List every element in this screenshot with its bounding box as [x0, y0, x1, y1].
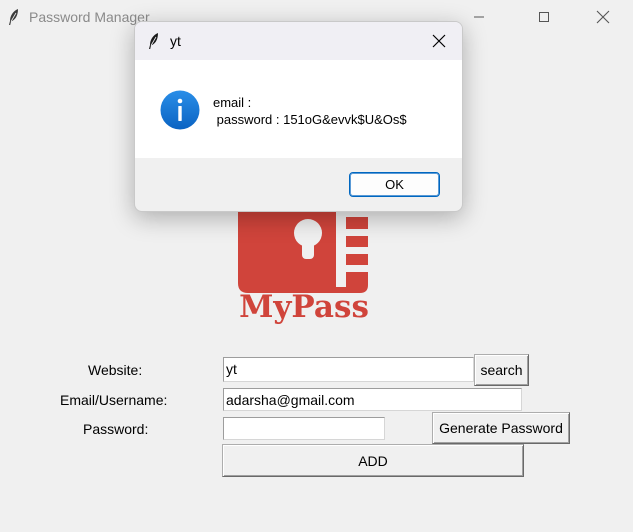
search-button[interactable]: search — [474, 354, 529, 386]
dialog-title: yt — [170, 33, 181, 49]
dialog-message: email : password : 151oG&evvk$U&Os$ — [213, 95, 407, 127]
dialog-close-button[interactable] — [416, 22, 462, 60]
info-icon — [160, 90, 200, 130]
add-button[interactable]: ADD — [222, 444, 524, 477]
dialog-body: email : password : 151oG&evvk$U&Os$ — [135, 60, 462, 158]
feather-icon — [9, 9, 18, 25]
minimize-icon — [474, 16, 484, 18]
info-dialog: yt email : password : 151oG&evvk$U&Os$ O… — [134, 21, 463, 212]
close-button[interactable] — [580, 0, 626, 34]
maximize-icon — [539, 12, 549, 22]
email-input[interactable]: adarsha@gmail.com — [223, 388, 522, 411]
password-label: Password: — [83, 421, 149, 437]
website-input[interactable]: yt — [223, 357, 474, 382]
ok-button[interactable]: OK — [349, 172, 440, 197]
close-icon — [596, 10, 610, 24]
logo-text: MyPass — [239, 289, 369, 325]
maximize-button[interactable] — [521, 0, 567, 34]
close-icon — [432, 34, 446, 48]
generate-password-button[interactable]: Generate Password — [432, 412, 570, 444]
mypass-logo: MyPass — [238, 205, 372, 325]
window-title: Password Manager — [29, 9, 150, 25]
email-label: Email/Username: — [60, 392, 168, 408]
password-input[interactable] — [223, 417, 385, 440]
website-label: Website: — [88, 362, 143, 378]
feather-icon — [149, 33, 158, 49]
dialog-titlebar: yt — [135, 22, 462, 60]
